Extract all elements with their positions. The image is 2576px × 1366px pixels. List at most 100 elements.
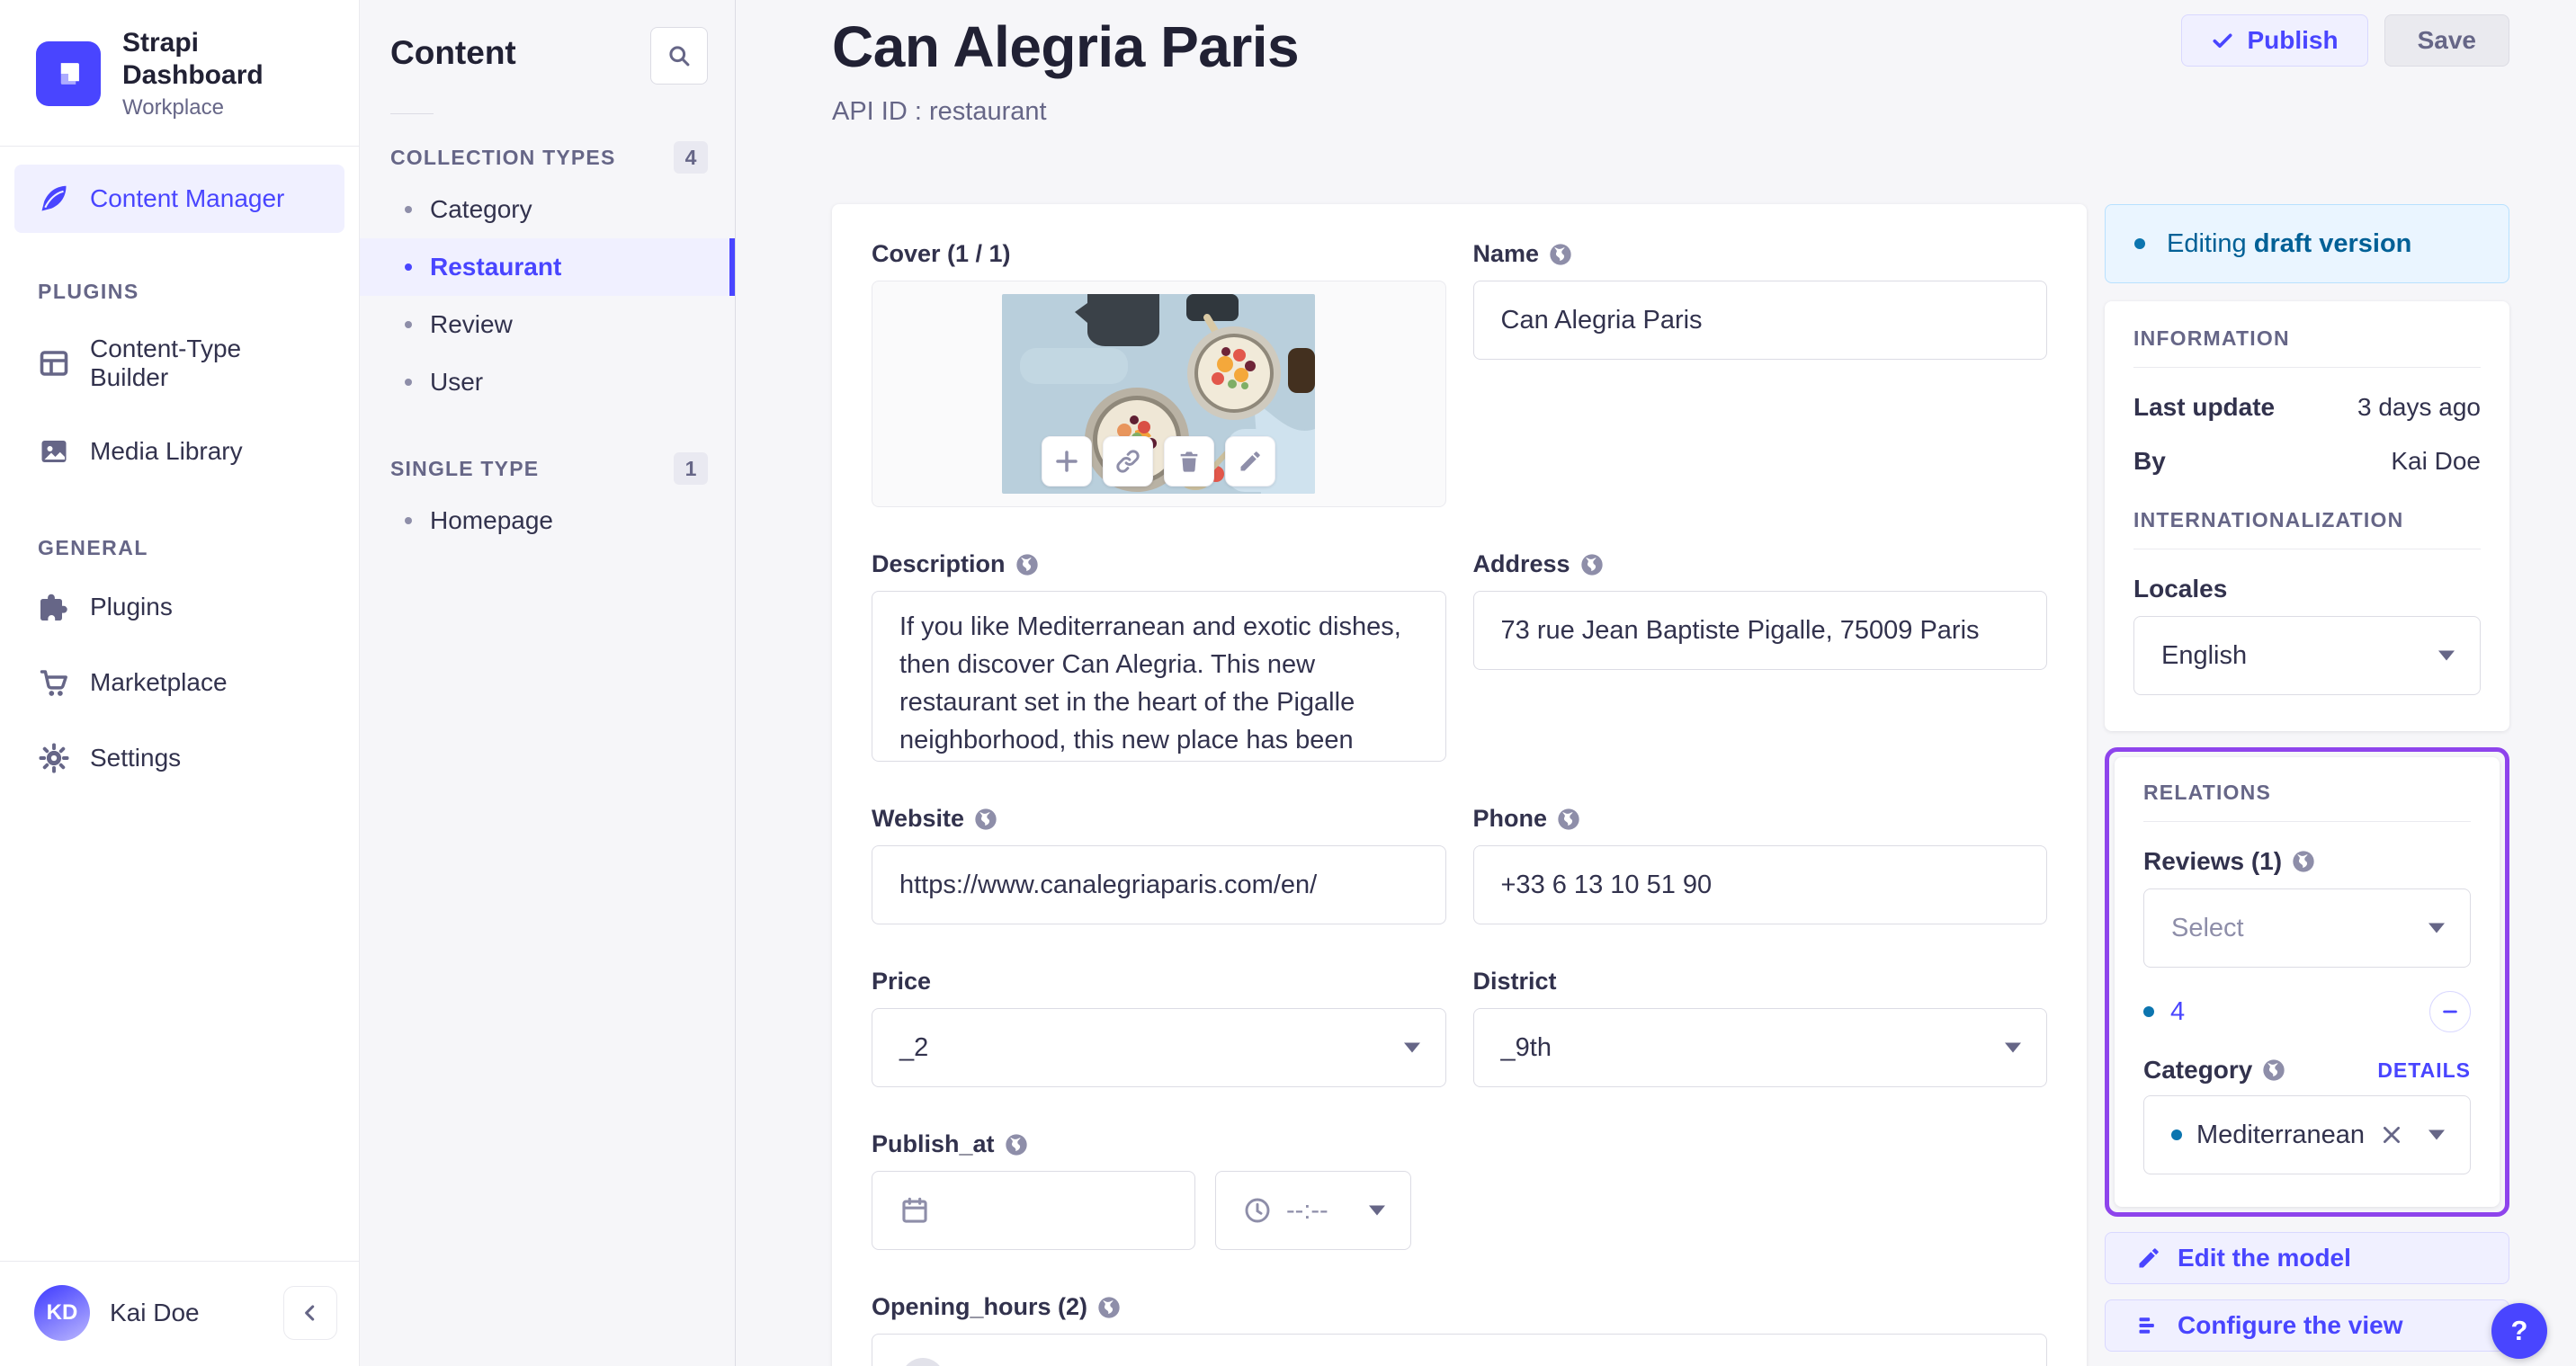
opening-hours-row-sun[interactable]: Sun	[872, 1335, 2046, 1366]
bullet-icon	[405, 379, 412, 386]
field-publish-at: Publish_at --:--	[872, 1130, 1446, 1250]
content-area: Can Alegria Paris API ID : restaurant Pu…	[736, 0, 2576, 1366]
relation-dot-icon	[2143, 1006, 2154, 1017]
section-heading: PLUGINS	[38, 280, 139, 303]
category-select[interactable]: Mediterranean	[2143, 1095, 2471, 1174]
bullet-icon	[405, 321, 412, 328]
address-input[interactable]: 73 rue Jean Baptiste Pigalle, 75009 Pari…	[1472, 591, 2047, 670]
publish-button[interactable]: Publish	[2181, 14, 2368, 67]
api-id-subtitle: API ID : restaurant	[832, 97, 1047, 126]
sidebar-footer: KD Kai Doe	[0, 1261, 359, 1366]
date-input[interactable]	[872, 1171, 1195, 1250]
edit-model-button[interactable]: Edit the model	[2105, 1232, 2509, 1284]
nav-section-plugins: PLUGINS Content-Type Builder Media Libra…	[0, 280, 359, 489]
globe-icon	[1004, 1132, 1029, 1157]
price-select[interactable]: _2	[872, 1008, 1446, 1087]
plugins-icon	[38, 591, 70, 623]
close-icon[interactable]	[2380, 1123, 2403, 1147]
expand-toggle-button[interactable]	[901, 1358, 944, 1366]
globe-icon	[973, 807, 998, 832]
information-heading: INFORMATION	[2133, 326, 2290, 350]
subnav-item-restaurant[interactable]: Restaurant	[360, 238, 735, 296]
sidebar-item-settings[interactable]: Settings	[14, 720, 344, 796]
field-address: Address 73 rue Jean Baptiste Pigalle, 75…	[1472, 550, 2047, 670]
sidebar-item-plugins[interactable]: Plugins	[14, 569, 344, 645]
sidebar-item-media-library[interactable]: Media Library	[14, 414, 344, 489]
search-button[interactable]	[650, 27, 708, 85]
chevron-down-icon	[2438, 650, 2455, 661]
group-label: COLLECTION TYPES	[390, 145, 616, 169]
reviews-label: Reviews (1)	[2143, 847, 2283, 875]
link-icon	[1114, 448, 1141, 475]
marketplace-icon	[38, 666, 70, 699]
remove-relation-button[interactable]	[2429, 991, 2471, 1032]
field-label: Website	[872, 805, 965, 832]
chevron-down-icon	[2428, 923, 2445, 933]
collapse-sidebar-button[interactable]	[283, 1286, 337, 1340]
locales-label: Locales	[2133, 575, 2228, 603]
sidebar-item-label: Plugins	[90, 593, 173, 621]
bullet-icon	[405, 517, 412, 524]
field-label: Opening_hours (2)	[872, 1293, 1088, 1320]
relation-item: 4	[2143, 991, 2471, 1032]
copy-link-button[interactable]	[1103, 436, 1154, 487]
field-label: Publish_at	[872, 1130, 995, 1157]
section-heading: GENERAL	[38, 536, 148, 559]
subnav-item-label: Review	[430, 310, 513, 338]
avatar: KD	[34, 1285, 90, 1341]
check-icon	[2211, 29, 2234, 52]
cover-carousel	[872, 281, 1446, 507]
sidebar-item-label: Content Manager	[90, 184, 285, 212]
draft-status-banner: Editing draft version	[2105, 204, 2509, 283]
nav-section-general: GENERAL Plugins Marketplace Settings	[0, 536, 359, 796]
edit-asset-button[interactable]	[1225, 436, 1276, 487]
field-label: Address	[1472, 550, 1570, 577]
brand: Strapi Dashboard Workplace	[0, 0, 359, 146]
sidebar-item-marketplace[interactable]: Marketplace	[14, 645, 344, 720]
brand-subtitle: Workplace	[122, 95, 224, 120]
field-label: District	[1472, 968, 1557, 995]
field-description: Description If you like Mediterranean an…	[872, 550, 1446, 762]
bullet-icon	[405, 263, 412, 271]
time-input[interactable]: --:--	[1215, 1171, 1411, 1250]
name-input[interactable]: Can Alegria Paris	[1472, 281, 2047, 360]
save-button[interactable]: Save	[2384, 14, 2509, 67]
delete-asset-button[interactable]	[1164, 436, 1215, 487]
strapi-logo-icon	[36, 41, 101, 106]
chevron-down-icon	[2428, 1129, 2445, 1140]
category-label: Category	[2143, 1056, 2253, 1084]
calendar-icon	[899, 1195, 930, 1226]
subnav-item-label: Homepage	[430, 506, 553, 534]
subnav-item-review[interactable]: Review	[360, 296, 735, 353]
reviews-select[interactable]: Select	[2143, 888, 2471, 968]
info-row-last-update: Last update 3 days ago	[2133, 393, 2481, 421]
website-input[interactable]: https://www.canalegriaparis.com/en/	[872, 845, 1446, 924]
divider	[390, 113, 434, 114]
subnav-item-user[interactable]: User	[360, 353, 735, 411]
details-link[interactable]: DETAILS	[2377, 1058, 2471, 1083]
configure-view-button[interactable]: Configure the view	[2105, 1299, 2509, 1352]
globe-icon	[1579, 552, 1605, 577]
description-textarea[interactable]: If you like Mediterranean and exotic dis…	[872, 591, 1446, 762]
field-opening-hours: Opening_hours (2) Sun	[872, 1293, 2047, 1366]
district-select[interactable]: _9th	[1472, 1008, 2047, 1087]
gear-icon	[38, 742, 70, 774]
clock-icon	[1243, 1196, 1272, 1225]
chevron-down-icon	[2005, 1042, 2021, 1053]
sidebar-item-content-type-builder[interactable]: Content-Type Builder	[14, 313, 344, 414]
phone-input[interactable]: +33 6 13 10 51 90	[1472, 845, 2047, 924]
subnav-item-homepage[interactable]: Homepage	[360, 492, 735, 549]
add-asset-button[interactable]	[1042, 436, 1093, 487]
subnav-item-category[interactable]: Category	[360, 181, 735, 238]
field-cover: Cover (1 / 1)	[872, 240, 1446, 507]
globe-icon	[2261, 1058, 2286, 1083]
relation-link[interactable]: 4	[2170, 997, 2185, 1027]
brand-title: Strapi Dashboard	[122, 28, 264, 90]
plus-icon	[1053, 448, 1080, 475]
locale-select[interactable]: English	[2133, 616, 2481, 695]
sidebar-item-label: Content-Type Builder	[90, 335, 242, 391]
sidebar-item-content-manager[interactable]: Content Manager	[14, 165, 344, 233]
field-district: District _9th	[1472, 968, 2047, 1087]
media-library-icon	[38, 435, 70, 468]
help-button[interactable]: ?	[2491, 1303, 2547, 1359]
